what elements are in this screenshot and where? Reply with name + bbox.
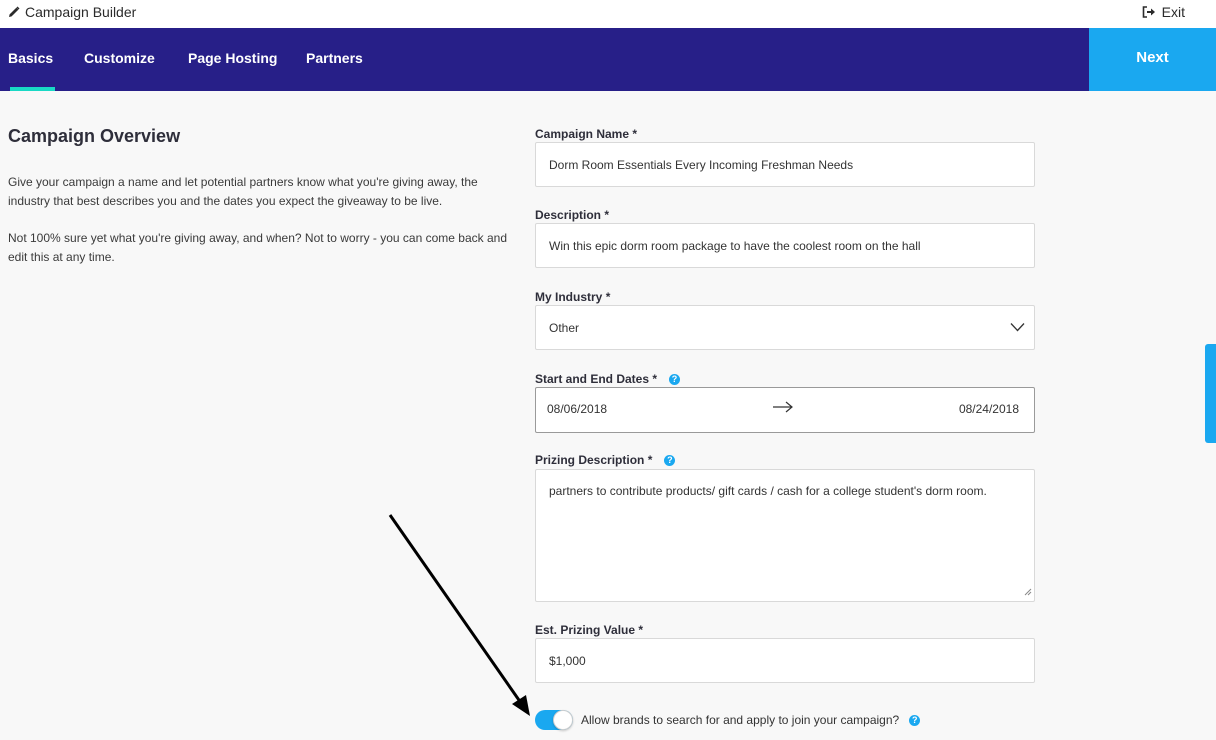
overview-text-2-line-1: Not 100% sure yet what you're giving awa…: [8, 231, 507, 245]
side-feedback-tab[interactable]: [1205, 344, 1216, 443]
help-icon[interactable]: ?: [909, 714, 921, 726]
prizing-description-value: partners to contribute products/ gift ca…: [549, 484, 987, 498]
prizing-description-textarea[interactable]: partners to contribute products/ gift ca…: [535, 469, 1035, 602]
required-mark: *: [604, 208, 610, 222]
required-mark: *: [605, 290, 611, 304]
description-label-text: Description: [535, 208, 602, 222]
toggle-knob: [553, 710, 573, 730]
campaign-name-label-text: Campaign Name: [535, 127, 630, 141]
required-mark: *: [652, 372, 658, 386]
overview-text-1-line-2: industry that best describes you and the…: [8, 194, 443, 208]
top-bar: Campaign Builder Exit: [0, 0, 1216, 28]
industry-select[interactable]: Other: [535, 305, 1035, 350]
industry-value: Other: [549, 320, 580, 335]
prizing-value-label: Est. Prizing Value *: [535, 623, 643, 637]
required-mark: *: [638, 623, 644, 637]
description-value: Win this epic dorm room package to have …: [549, 238, 921, 253]
prizing-value-value: $1,000: [549, 653, 586, 668]
allow-brands-toggle[interactable]: [535, 710, 573, 730]
description-label: Description *: [535, 208, 609, 222]
tab-partners[interactable]: Partners: [306, 28, 363, 91]
allow-brands-row: Allow brands to search for and apply to …: [535, 710, 921, 730]
overview-text-1: Give your campaign a name and let potent…: [8, 173, 528, 211]
date-range-picker[interactable]: 08/06/2018 08/24/2018: [535, 387, 1035, 433]
help-icon[interactable]: ?: [669, 373, 681, 385]
next-button[interactable]: Next: [1089, 28, 1216, 91]
chevron-down-icon: [1010, 321, 1025, 335]
builder-nav: Basics Customize Page Hosting Partners N…: [0, 28, 1216, 91]
industry-label-text: My Industry: [535, 290, 603, 304]
exit-button[interactable]: Exit: [1142, 4, 1185, 20]
overview-text-2: Not 100% sure yet what you're giving awa…: [8, 229, 528, 267]
campaign-name-value: Dorm Room Essentials Every Incoming Fres…: [549, 157, 854, 172]
allow-brands-label: Allow brands to search for and apply to …: [581, 713, 900, 727]
tab-customize[interactable]: Customize: [84, 28, 155, 91]
overview-text-1-line-1: Give your campaign a name and let potent…: [8, 175, 478, 189]
resize-grip-icon[interactable]: [1024, 585, 1032, 599]
prizing-description-label: Prizing Description * ?: [535, 453, 676, 467]
required-mark: *: [647, 453, 653, 467]
section-title: Campaign Overview: [8, 126, 181, 146]
prizing-value-input[interactable]: $1,000: [535, 638, 1035, 683]
help-icon[interactable]: ?: [664, 454, 676, 466]
exit-label: Exit: [1161, 4, 1185, 20]
prizing-value-label-text: Est. Prizing Value: [535, 623, 636, 637]
start-date-input[interactable]: 08/06/2018: [547, 402, 607, 416]
dates-label-text: Start and End Dates: [535, 372, 650, 386]
sign-out-icon: [1142, 6, 1156, 18]
end-date-input[interactable]: 08/24/2018: [959, 402, 1019, 416]
app-title: Campaign Builder: [8, 4, 136, 20]
pencil-icon: [8, 6, 20, 18]
arrow-right-icon: [772, 401, 794, 416]
overview-text-2-line-2: edit this at any time.: [8, 250, 115, 264]
industry-label: My Industry *: [535, 290, 610, 304]
tab-page-hosting[interactable]: Page Hosting: [188, 28, 277, 91]
campaign-name-input[interactable]: Dorm Room Essentials Every Incoming Fres…: [535, 142, 1035, 187]
tab-basics[interactable]: Basics: [8, 28, 56, 91]
campaign-name-label: Campaign Name *: [535, 127, 637, 141]
description-input[interactable]: Win this epic dorm room package to have …: [535, 223, 1035, 268]
prizing-description-label-text: Prizing Description: [535, 453, 645, 467]
app-title-text: Campaign Builder: [25, 4, 137, 20]
required-mark: *: [632, 127, 638, 141]
dates-label: Start and End Dates * ?: [535, 372, 681, 386]
